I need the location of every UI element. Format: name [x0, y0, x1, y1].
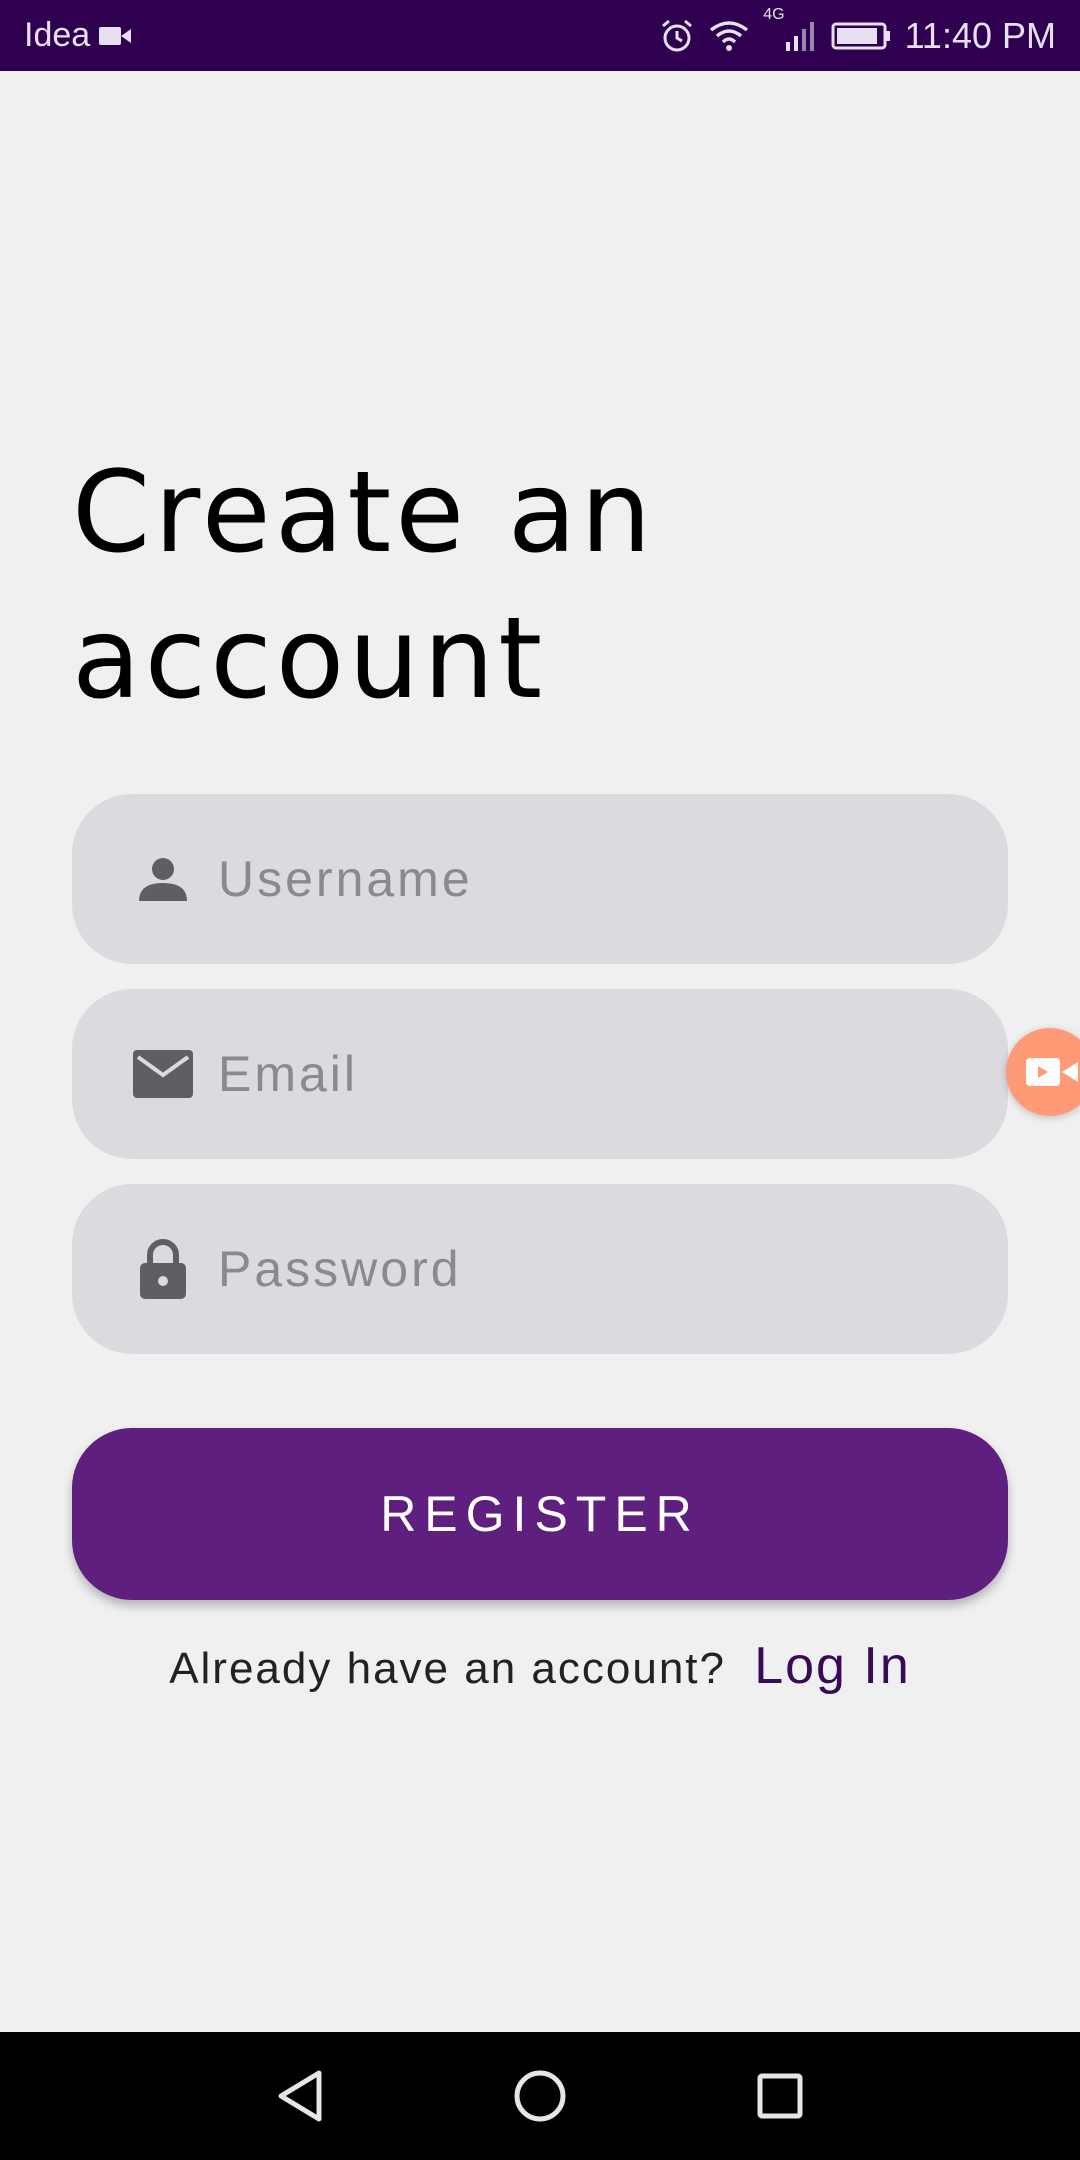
back-triangle-icon	[278, 2070, 322, 2122]
video-call-icon	[99, 26, 132, 45]
login-prompt-text: Already have an account?	[169, 1644, 726, 1693]
page-title-line1: Create an	[72, 448, 656, 578]
password-field[interactable]: Password	[72, 1184, 1008, 1354]
carrier-name: Idea	[24, 16, 91, 54]
status-left: Idea	[24, 0, 132, 71]
page-title: Create an account	[72, 440, 972, 732]
email-field[interactable]: Email	[72, 989, 1008, 1159]
network-type: 4G	[763, 5, 785, 23]
status-bar: Idea 4G 11:40 PM	[0, 0, 1080, 71]
back-button[interactable]	[240, 2032, 360, 2160]
email-placeholder: Email	[218, 1046, 359, 1102]
person-icon	[128, 794, 198, 964]
home-button[interactable]	[480, 2032, 600, 2160]
status-right: 4G 11:40 PM	[659, 0, 1056, 71]
navigation-bar	[0, 2032, 1080, 2160]
lock-icon	[128, 1184, 198, 1354]
signal-icon	[785, 21, 814, 51]
recents-button[interactable]	[720, 2032, 840, 2160]
login-link[interactable]: Log In	[754, 1637, 911, 1695]
register-button[interactable]: REGISTER	[72, 1428, 1008, 1600]
home-circle-icon	[514, 2070, 566, 2122]
recents-square-icon	[757, 2073, 803, 2119]
battery-icon	[831, 22, 890, 49]
clock-time: 11:40 PM	[904, 14, 1056, 56]
username-placeholder: Username	[218, 851, 473, 907]
mail-icon	[128, 989, 198, 1159]
username-field[interactable]: Username	[72, 794, 1008, 964]
video-camera-icon	[1026, 1058, 1078, 1086]
page-title-line2: account	[72, 594, 547, 724]
password-placeholder: Password	[218, 1241, 462, 1297]
screen-recorder-bubble[interactable]	[1006, 1028, 1080, 1116]
login-prompt-row: Already have an account? Log In	[0, 1636, 1080, 1696]
alarm-icon	[662, 19, 693, 51]
wifi-icon	[710, 20, 749, 51]
